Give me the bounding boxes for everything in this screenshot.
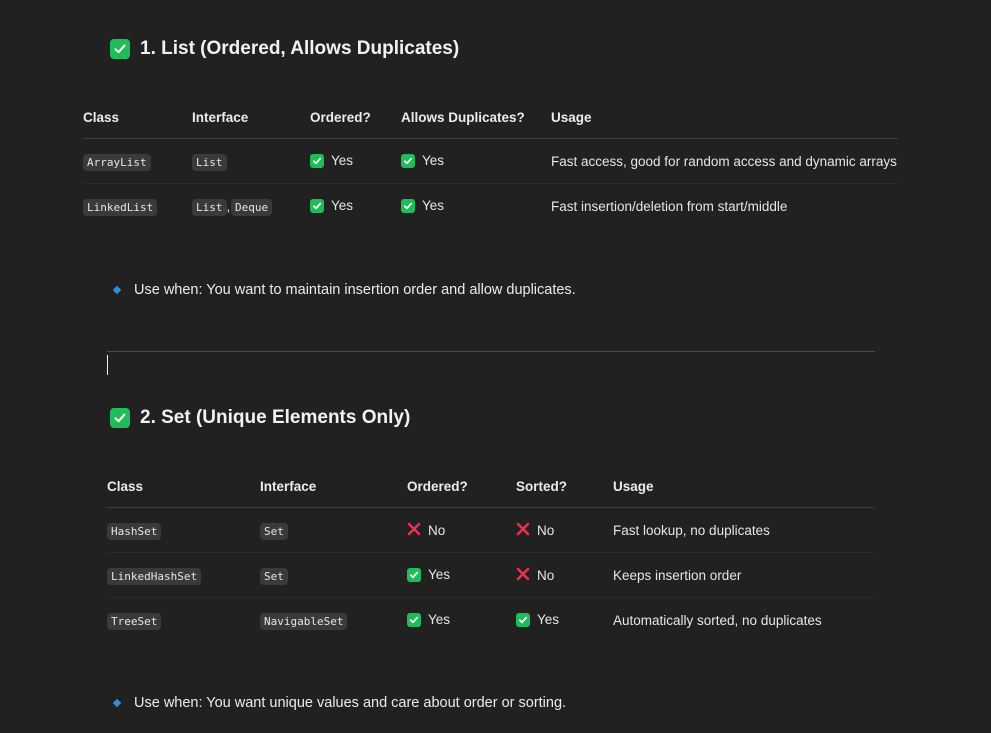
check-icon [310, 198, 324, 213]
class-code: TreeSet [107, 612, 162, 630]
column-header-class: Class [83, 96, 192, 139]
table-row: TreeSet NavigableSet Yes Yes Automatical… [107, 598, 875, 643]
class-code: LinkedList [83, 198, 158, 216]
sorted-value: No [516, 522, 554, 539]
ordered-value: No [407, 522, 445, 539]
ordered-value: Yes [310, 153, 353, 168]
usage-note: Use when: You want unique values and car… [112, 695, 566, 711]
ordered-value: Yes [310, 198, 353, 213]
cross-icon [407, 522, 421, 539]
text-cursor [107, 355, 108, 375]
duplicates-value: Yes [401, 198, 444, 213]
column-header-usage: Usage [613, 465, 875, 508]
usage-text: Fast insertion/deletion from start/middl… [551, 198, 788, 214]
check-icon [407, 567, 421, 582]
interface-code: List [192, 198, 227, 216]
set-table: Class Interface Ordered? Sorted? Usage H… [107, 465, 875, 642]
table-row: HashSet Set No No Fast lookup, no duplic… [107, 507, 875, 553]
table-row: LinkedHashSet Set Yes No Keeps insertion… [107, 552, 875, 598]
interface-separator: , [226, 198, 231, 214]
cross-icon [516, 522, 530, 539]
sorted-value: No [516, 567, 554, 584]
class-code: ArrayList [83, 153, 151, 171]
usage-text: Fast lookup, no duplicates [613, 507, 875, 553]
column-header-duplicates: Allows Duplicates? [401, 96, 551, 139]
check-icon [516, 612, 530, 627]
section-heading-text: 1. List (Ordered, Allows Duplicates) [140, 38, 460, 59]
check-mark-icon [110, 408, 130, 428]
table-row: ArrayList List Yes Yes Fast access, good… [83, 138, 898, 184]
list-table: Class Interface Ordered? Allows Duplicat… [83, 96, 898, 228]
blue-diamond-icon [112, 698, 122, 708]
usage-note-text: Use when: You want unique values and car… [134, 695, 567, 711]
column-header-interface: Interface [192, 96, 310, 139]
interface-code: NavigableSet [260, 612, 348, 630]
interface-code: List [192, 153, 227, 171]
column-header-ordered: Ordered? [407, 465, 516, 508]
class-code: LinkedHashSet [107, 567, 202, 585]
section-heading-set: 2. Set (Unique Elements Only) [110, 407, 410, 429]
duplicates-value: Yes [401, 153, 444, 168]
column-header-usage: Usage [551, 96, 898, 139]
ordered-value: Yes [407, 567, 450, 582]
usage-text: Fast access, good for random access and … [551, 138, 898, 184]
column-header-interface: Interface [260, 465, 407, 508]
interface-code: Deque [231, 198, 273, 216]
cross-icon [516, 567, 530, 584]
table-header-row: Class Interface Ordered? Allows Duplicat… [83, 96, 898, 139]
table-row: LinkedList List, Deque Yes Yes Fast inse… [83, 184, 898, 229]
check-icon [310, 153, 324, 168]
usage-text: Keeps insertion order [613, 552, 875, 598]
usage-note-text: Use when: You want to maintain insertion… [134, 282, 576, 298]
interface-code: Set [260, 567, 288, 585]
sorted-value: Yes [516, 612, 559, 627]
section-heading-text: 2. Set (Unique Elements Only) [140, 407, 411, 428]
class-code: HashSet [107, 522, 162, 540]
horizontal-divider [107, 351, 875, 352]
column-header-ordered: Ordered? [310, 96, 401, 139]
blue-diamond-icon [112, 285, 122, 295]
table-header-row: Class Interface Ordered? Sorted? Usage [107, 465, 875, 508]
section-heading-list: 1. List (Ordered, Allows Duplicates) [110, 38, 459, 60]
check-icon [401, 153, 415, 168]
usage-note: Use when: You want to maintain insertion… [112, 282, 576, 298]
ordered-value: Yes [407, 612, 450, 627]
interface-code: Set [260, 522, 288, 540]
column-header-class: Class [107, 465, 260, 508]
check-icon [407, 612, 421, 627]
usage-text: Automatically sorted, no duplicates [613, 612, 822, 628]
check-mark-icon [110, 39, 130, 59]
check-icon [401, 198, 415, 213]
column-header-sorted: Sorted? [516, 465, 613, 508]
